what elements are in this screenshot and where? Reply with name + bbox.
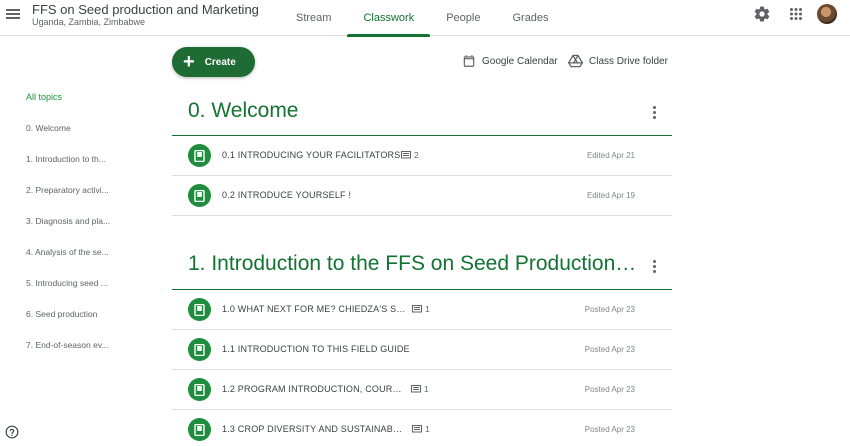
comment-icon: [412, 424, 422, 432]
gear-icon[interactable]: [753, 5, 771, 23]
material-title: 0.2 INTRODUCE YOURSELF !: [222, 190, 352, 200]
material-icon: [188, 378, 211, 401]
calendar-icon: [463, 55, 475, 67]
class-title[interactable]: FFS on Seed production and Marketing: [32, 2, 259, 17]
create-button[interactable]: + Create: [172, 47, 255, 77]
section-title[interactable]: 1. Introduction to the FFS on Seed Produ…: [188, 252, 638, 276]
topic-all[interactable]: All topics: [18, 88, 128, 119]
material-date: Posted Apr 23: [584, 345, 635, 354]
comment-icon: [401, 150, 411, 158]
tab-grades[interactable]: Grades: [496, 0, 564, 36]
app-header: FFS on Seed production and Marketing Uga…: [0, 0, 850, 37]
create-button-label: Create: [204, 56, 236, 68]
material-title: 0.1 INTRODUCING YOUR FACILITATORS: [222, 150, 401, 160]
comment-count: 2: [401, 150, 419, 160]
topic-item[interactable]: 1. Introduction to th...: [18, 150, 128, 181]
topic-item[interactable]: 4. Analysis of the se...: [18, 243, 128, 274]
google-calendar-link[interactable]: Google Calendar: [462, 53, 558, 69]
material-icon: [188, 418, 211, 441]
more-options-icon[interactable]: [648, 258, 660, 274]
material-date: Edited Apr 19: [586, 191, 635, 200]
topic-item[interactable]: 0. Welcome: [18, 119, 128, 150]
comment-count: 1: [411, 384, 429, 394]
material-icon: [188, 338, 211, 361]
topic-item[interactable]: 6. Seed production: [18, 305, 128, 336]
class-drive-folder-label: Class Drive folder: [589, 55, 668, 67]
material-icon: [188, 298, 211, 321]
google-calendar-label: Google Calendar: [482, 55, 558, 67]
topic-item[interactable]: 5. Introducing seed ...: [18, 274, 128, 305]
plus-icon: +: [183, 51, 195, 73]
material-icon: [188, 184, 211, 207]
section-title[interactable]: 0. Welcome: [188, 99, 628, 123]
comment-count: 1: [412, 424, 430, 434]
material-date: Posted Apr 23: [584, 425, 635, 434]
more-options-icon[interactable]: [648, 104, 660, 120]
material-row[interactable]: 0.1 INTRODUCING YOUR FACILITATORS 2 Edit…: [172, 136, 672, 176]
topic-item[interactable]: 2. Preparatory activi...: [18, 181, 128, 212]
class-subtitle: Uganda, Zambia, Zimbabwe: [32, 17, 146, 27]
material-date: Posted Apr 23: [584, 305, 635, 314]
class-drive-folder-link[interactable]: Class Drive folder: [568, 53, 668, 69]
tab-bar: Stream Classwork People Grades: [280, 0, 565, 37]
material-row[interactable]: 1.2 PROGRAM INTRODUCTION, COURS... 1 Pos…: [172, 370, 672, 410]
avatar[interactable]: [817, 4, 837, 24]
material-row[interactable]: 1.3 CROP DIVERSITY AND SUSTAINABLE ... 1…: [172, 410, 672, 446]
tab-classwork[interactable]: Classwork: [347, 0, 430, 37]
material-title: 1.1 INTRODUCTION TO THIS FIELD GUIDE: [222, 344, 410, 354]
apps-grid-icon[interactable]: [787, 5, 805, 23]
material-title: 1.2 PROGRAM INTRODUCTION, COURS...: [222, 384, 406, 394]
material-row[interactable]: 1.1 INTRODUCTION TO THIS FIELD GUIDE Pos…: [172, 330, 672, 370]
topic-nav: All topics 0. Welcome 1. Introduction to…: [18, 88, 128, 367]
material-title: 1.3 CROP DIVERSITY AND SUSTAINABLE ...: [222, 424, 406, 434]
comment-icon: [411, 384, 421, 392]
drive-icon: [568, 54, 583, 68]
material-date: Edited Apr 21: [586, 151, 635, 160]
tab-people[interactable]: People: [430, 0, 496, 36]
topic-item[interactable]: 3. Diagnosis and pla...: [18, 212, 128, 243]
material-date: Posted Apr 23: [584, 385, 635, 394]
tab-stream[interactable]: Stream: [280, 0, 347, 36]
menu-icon[interactable]: [6, 7, 22, 21]
help-icon[interactable]: [5, 425, 19, 439]
comment-icon: [412, 304, 422, 312]
material-title: 1.0 WHAT NEXT FOR ME? CHIEDZA'S ST...: [222, 304, 406, 314]
comment-count: 1: [412, 304, 430, 314]
material-row[interactable]: 1.0 WHAT NEXT FOR ME? CHIEDZA'S ST... 1 …: [172, 290, 672, 330]
material-row[interactable]: 0.2 INTRODUCE YOURSELF ! Edited Apr 19: [172, 176, 672, 216]
topic-item[interactable]: 7. End-of-season ev...: [18, 336, 128, 367]
material-icon: [188, 144, 211, 167]
